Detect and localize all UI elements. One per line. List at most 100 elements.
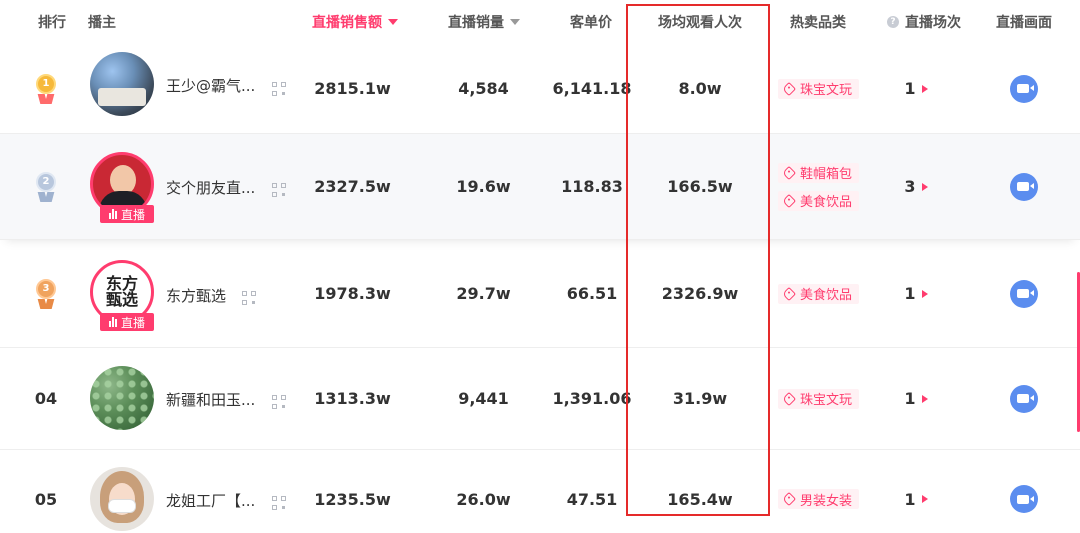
gold-medal-icon: 1	[34, 73, 58, 104]
sales-volume: 4,584	[458, 79, 509, 98]
header-avg-views: 场均观看人次	[640, 0, 760, 44]
tag-icon	[781, 165, 797, 180]
play-arrow-icon[interactable]	[921, 495, 928, 503]
sales-amount: 1235.5w	[314, 489, 391, 509]
header-unit-price: 客单价	[556, 0, 626, 44]
play-arrow-icon[interactable]	[921, 84, 928, 93]
header-sales-amount[interactable]: 直播销售额	[300, 0, 410, 44]
header-unit-price-label: 客单价	[570, 15, 612, 31]
camera-icon	[1016, 394, 1034, 403]
tag-icon	[781, 391, 797, 406]
live-bars-icon	[108, 317, 118, 327]
qr-code-icon[interactable]	[242, 291, 256, 305]
avg-views: 166.5w	[667, 177, 733, 196]
header-sales-volume-label[interactable]: 直播销量	[448, 12, 504, 32]
header-hot-category: 热卖品类	[780, 0, 856, 44]
unit-price: 6,141.18	[552, 79, 632, 98]
camera-icon	[1016, 289, 1034, 298]
video-camera-button[interactable]	[1010, 279, 1038, 308]
qr-code-icon[interactable]	[272, 496, 286, 510]
rank-number: 05	[34, 489, 58, 509]
bronze-medal-icon: 3	[34, 278, 58, 309]
header-rank: 排行	[30, 0, 74, 44]
header-sales-volume[interactable]: 直播销量	[438, 0, 530, 44]
category-tag[interactable]: 鞋帽箱包	[778, 162, 860, 183]
sales-volume: 19.6w	[456, 177, 511, 196]
avatar[interactable]	[90, 52, 154, 116]
header-live-screen: 直播画面	[986, 0, 1062, 44]
table-row[interactable]: 05 龙姐工厂【... 1235.5w 26.0w 47.51 165.4w 男…	[0, 450, 1080, 533]
sales-amount: 2815.1w	[314, 79, 391, 98]
play-arrow-icon[interactable]	[921, 289, 928, 298]
sales-volume: 9,441	[458, 389, 509, 408]
unit-price: 66.51	[566, 284, 618, 303]
play-arrow-icon[interactable]	[921, 182, 928, 191]
table-row[interactable]: 3 东方 甄选 直播 东方甄选 1978.3w 29.7w 66.51 2326.…	[0, 240, 1080, 348]
avg-views: 31.9w	[672, 389, 728, 408]
video-camera-button[interactable]	[1010, 384, 1038, 413]
anchor-name[interactable]: 东方甄选	[166, 285, 226, 306]
header-hot-category-label: 热卖品类	[790, 15, 846, 31]
silver-medal-icon: 2	[34, 171, 58, 202]
sort-icon[interactable]	[510, 19, 520, 25]
qr-code-icon[interactable]	[272, 183, 286, 197]
category-tag[interactable]: 珠宝文玩	[778, 78, 860, 99]
camera-icon	[1016, 182, 1034, 191]
anchor-name[interactable]: 龙姐工厂【...	[166, 490, 255, 511]
session-count[interactable]: 1	[894, 450, 938, 533]
unit-price: 118.83	[561, 177, 623, 196]
unit-price: 47.51	[566, 489, 618, 509]
header-anchor: 播主	[88, 0, 128, 44]
avg-views: 8.0w	[678, 79, 722, 98]
rank-number: 04	[34, 389, 58, 408]
qr-code-icon[interactable]	[272, 82, 286, 96]
avatar[interactable]	[90, 467, 154, 531]
table-row[interactable]: 04 新疆和田玉... 1313.3w 9,441 1,391.06 31.9w…	[0, 348, 1080, 450]
category-tag[interactable]: 美食饮品	[778, 190, 860, 211]
brand-logo: 东方 甄选	[105, 274, 138, 309]
header-live-sessions-label: 直播场次	[905, 15, 961, 31]
table-header: 排行 播主 直播销售额 直播销量 客单价 场均观看人次 热卖品类 ? 直播场次 …	[0, 0, 1080, 44]
play-arrow-icon[interactable]	[921, 394, 928, 403]
header-sales-amount-label[interactable]: 直播销售额	[312, 12, 382, 32]
avatar[interactable]	[90, 366, 154, 430]
table-row[interactable]: 1 王少@霸气... 2815.1w 4,584 6,141.18 8.0w 珠…	[0, 44, 1080, 134]
video-camera-button[interactable]	[1010, 172, 1038, 201]
anchor-name[interactable]: 交个朋友直...	[166, 177, 255, 198]
live-badge[interactable]: 直播	[100, 313, 154, 331]
table-row[interactable]: 2 直播 交个朋友直... 2327.5w 19.6w 118.83 166.5…	[0, 134, 1080, 240]
live-badge[interactable]: 直播	[100, 205, 154, 223]
avg-views: 2326.9w	[661, 284, 739, 303]
camera-icon	[1016, 84, 1034, 93]
sales-volume: 29.7w	[456, 284, 511, 303]
video-camera-button[interactable]	[1010, 485, 1038, 513]
help-icon[interactable]: ?	[887, 16, 899, 28]
session-count[interactable]: 3	[894, 134, 938, 239]
anchor-name[interactable]: 新疆和田玉...	[166, 389, 255, 410]
unit-price: 1,391.06	[552, 389, 632, 408]
header-live-screen-label: 直播画面	[996, 15, 1052, 31]
header-anchor-label: 播主	[88, 15, 116, 31]
video-camera-button[interactable]	[1010, 74, 1038, 103]
session-count[interactable]: 1	[894, 240, 938, 347]
sales-amount: 1978.3w	[314, 284, 391, 303]
category-tag[interactable]: 男装女装	[778, 489, 860, 509]
qr-code-icon[interactable]	[272, 395, 286, 409]
sales-volume: 26.0w	[456, 489, 511, 509]
category-tag[interactable]: 美食饮品	[778, 283, 860, 304]
header-rank-label: 排行	[38, 15, 66, 31]
anchor-name[interactable]: 王少@霸气...	[166, 75, 255, 96]
header-avg-views-label: 场均观看人次	[658, 15, 742, 31]
session-count[interactable]: 1	[894, 348, 938, 449]
sales-amount: 2327.5w	[314, 177, 391, 196]
tag-icon	[781, 193, 797, 208]
tag-icon	[781, 286, 797, 301]
header-live-sessions: ? 直播场次	[878, 0, 970, 44]
category-tag[interactable]: 珠宝文玩	[778, 388, 860, 409]
rank-cell: 1	[34, 44, 58, 133]
session-count[interactable]: 1	[894, 44, 938, 133]
camera-icon	[1016, 494, 1034, 504]
avg-views: 165.4w	[667, 489, 733, 509]
sales-amount: 1313.3w	[314, 389, 391, 408]
sort-desc-icon[interactable]	[388, 19, 398, 25]
